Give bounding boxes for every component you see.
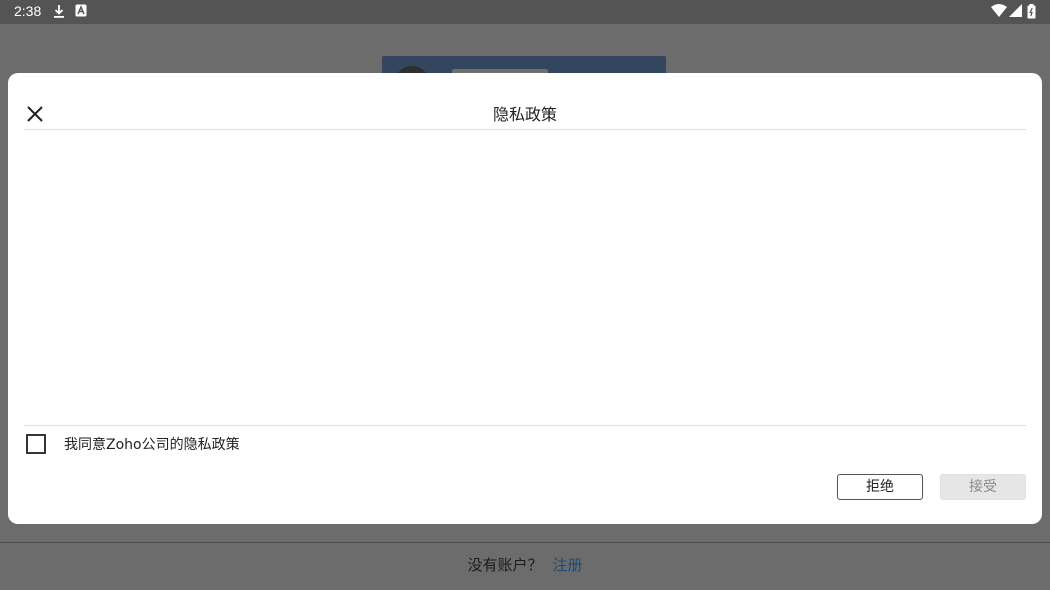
accept-button[interactable]: 接受: [940, 474, 1026, 500]
policy-content-area[interactable]: [24, 130, 1026, 425]
privacy-policy-dialog: 隐私政策 我同意Zoho公司的隐私政策 拒绝 接受: [8, 73, 1042, 524]
status-bar: 2:38: [0, 0, 1050, 24]
reject-button[interactable]: 拒绝: [837, 474, 923, 500]
status-time: 2:38: [14, 3, 42, 19]
signup-footer: 没有账户？ 注册: [0, 554, 1050, 578]
download-icon: [54, 5, 64, 18]
content-divider: [24, 425, 1026, 426]
app-a-icon: [75, 4, 87, 17]
wifi-icon: [991, 4, 1007, 17]
agree-checkbox[interactable]: [26, 434, 46, 454]
agree-label: 我同意Zoho公司的隐私政策: [64, 437, 240, 453]
no-account-prompt: 没有账户？: [467, 556, 543, 574]
signup-link[interactable]: 注册: [553, 556, 583, 574]
dialog-title: 隐私政策: [492, 105, 557, 124]
signal-icon: [1009, 4, 1022, 17]
battery-icon: [1027, 4, 1036, 19]
footer-divider: [0, 542, 1050, 543]
